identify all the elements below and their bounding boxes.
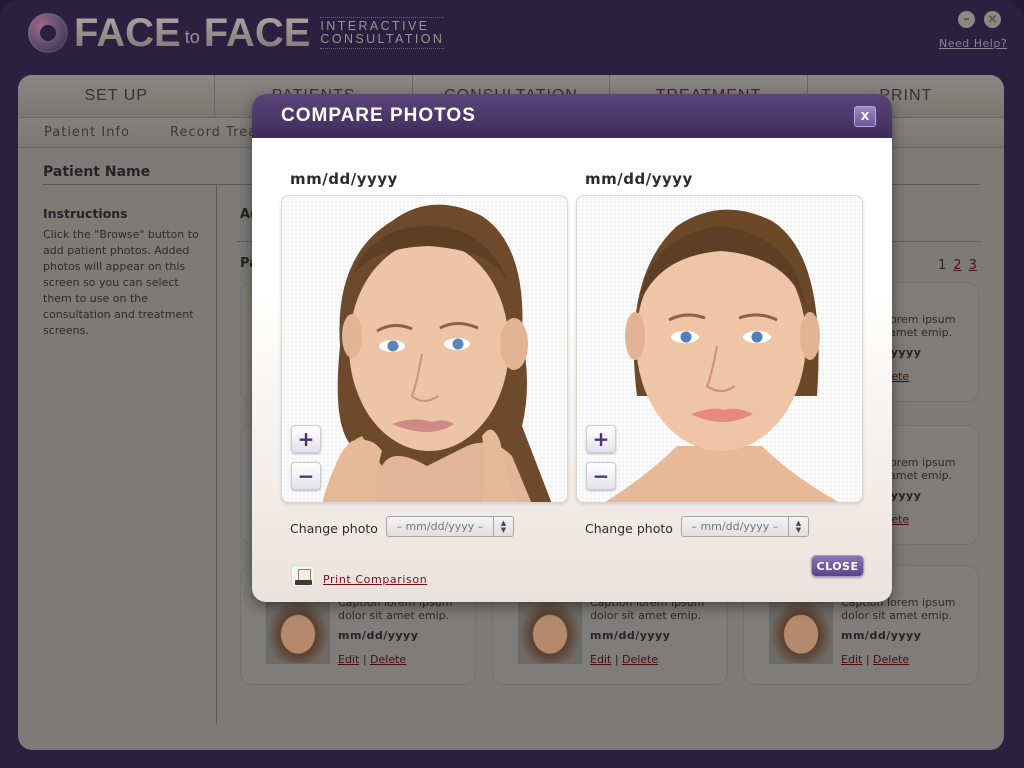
app-window: FACE to FACE INTERACTIVE CONSULTATION – … [0, 0, 1024, 768]
patient-photo-after [605, 209, 839, 502]
change-photo-label: Change photo [585, 521, 673, 536]
patient-photo-before [322, 204, 552, 502]
spinner-arrows-icon[interactable]: ▲ ▼ [787, 517, 808, 536]
print-comparison-row: Print Comparison [291, 565, 427, 587]
photo-date-label: mm/dd/yyyy [290, 170, 398, 188]
photo-date-label: mm/dd/yyyy [585, 170, 693, 188]
plus-icon: + [297, 427, 315, 451]
photo-date-select[interactable]: – mm/dd/yyyy – ▲ ▼ [680, 516, 809, 537]
dialog-header: COMPARE PHOTOS X [252, 94, 892, 138]
zoom-out-button[interactable]: − [586, 462, 616, 490]
change-photo-row: Change photo – mm/dd/yyyy – ▲ ▼ [290, 516, 514, 537]
change-photo-row: Change photo – mm/dd/yyyy – ▲ ▼ [585, 516, 809, 537]
close-x-icon: X [860, 110, 870, 123]
arrow-down-icon[interactable]: ▼ [501, 526, 506, 534]
dialog-close-x-button[interactable]: X [854, 106, 876, 127]
plus-icon: + [592, 427, 610, 451]
select-value: – mm/dd/yyyy – [396, 520, 484, 533]
select-value: – mm/dd/yyyy – [691, 520, 779, 533]
dialog-title: COMPARE PHOTOS [281, 105, 476, 126]
photo-viewer-before[interactable]: + − [281, 195, 568, 503]
spinner-arrows-icon[interactable]: ▲ ▼ [492, 517, 513, 536]
close-button[interactable]: CLOSE [811, 555, 864, 577]
change-photo-label: Change photo [290, 521, 378, 536]
print-comparison-link[interactable]: Print Comparison [323, 567, 427, 586]
arrow-down-icon[interactable]: ▼ [796, 526, 801, 534]
zoom-in-button[interactable]: + [291, 425, 321, 453]
zoom-out-button[interactable]: − [291, 462, 321, 490]
photo-viewer-after[interactable]: + − [576, 195, 863, 503]
photo-date-select[interactable]: – mm/dd/yyyy – ▲ ▼ [385, 516, 514, 537]
printer-icon[interactable] [291, 565, 315, 587]
compare-photos-dialog: COMPARE PHOTOS X mm/dd/yyyy + − Change p… [252, 94, 892, 602]
zoom-in-button[interactable]: + [586, 425, 616, 453]
minus-icon: − [297, 464, 315, 488]
minus-icon: − [592, 464, 610, 488]
